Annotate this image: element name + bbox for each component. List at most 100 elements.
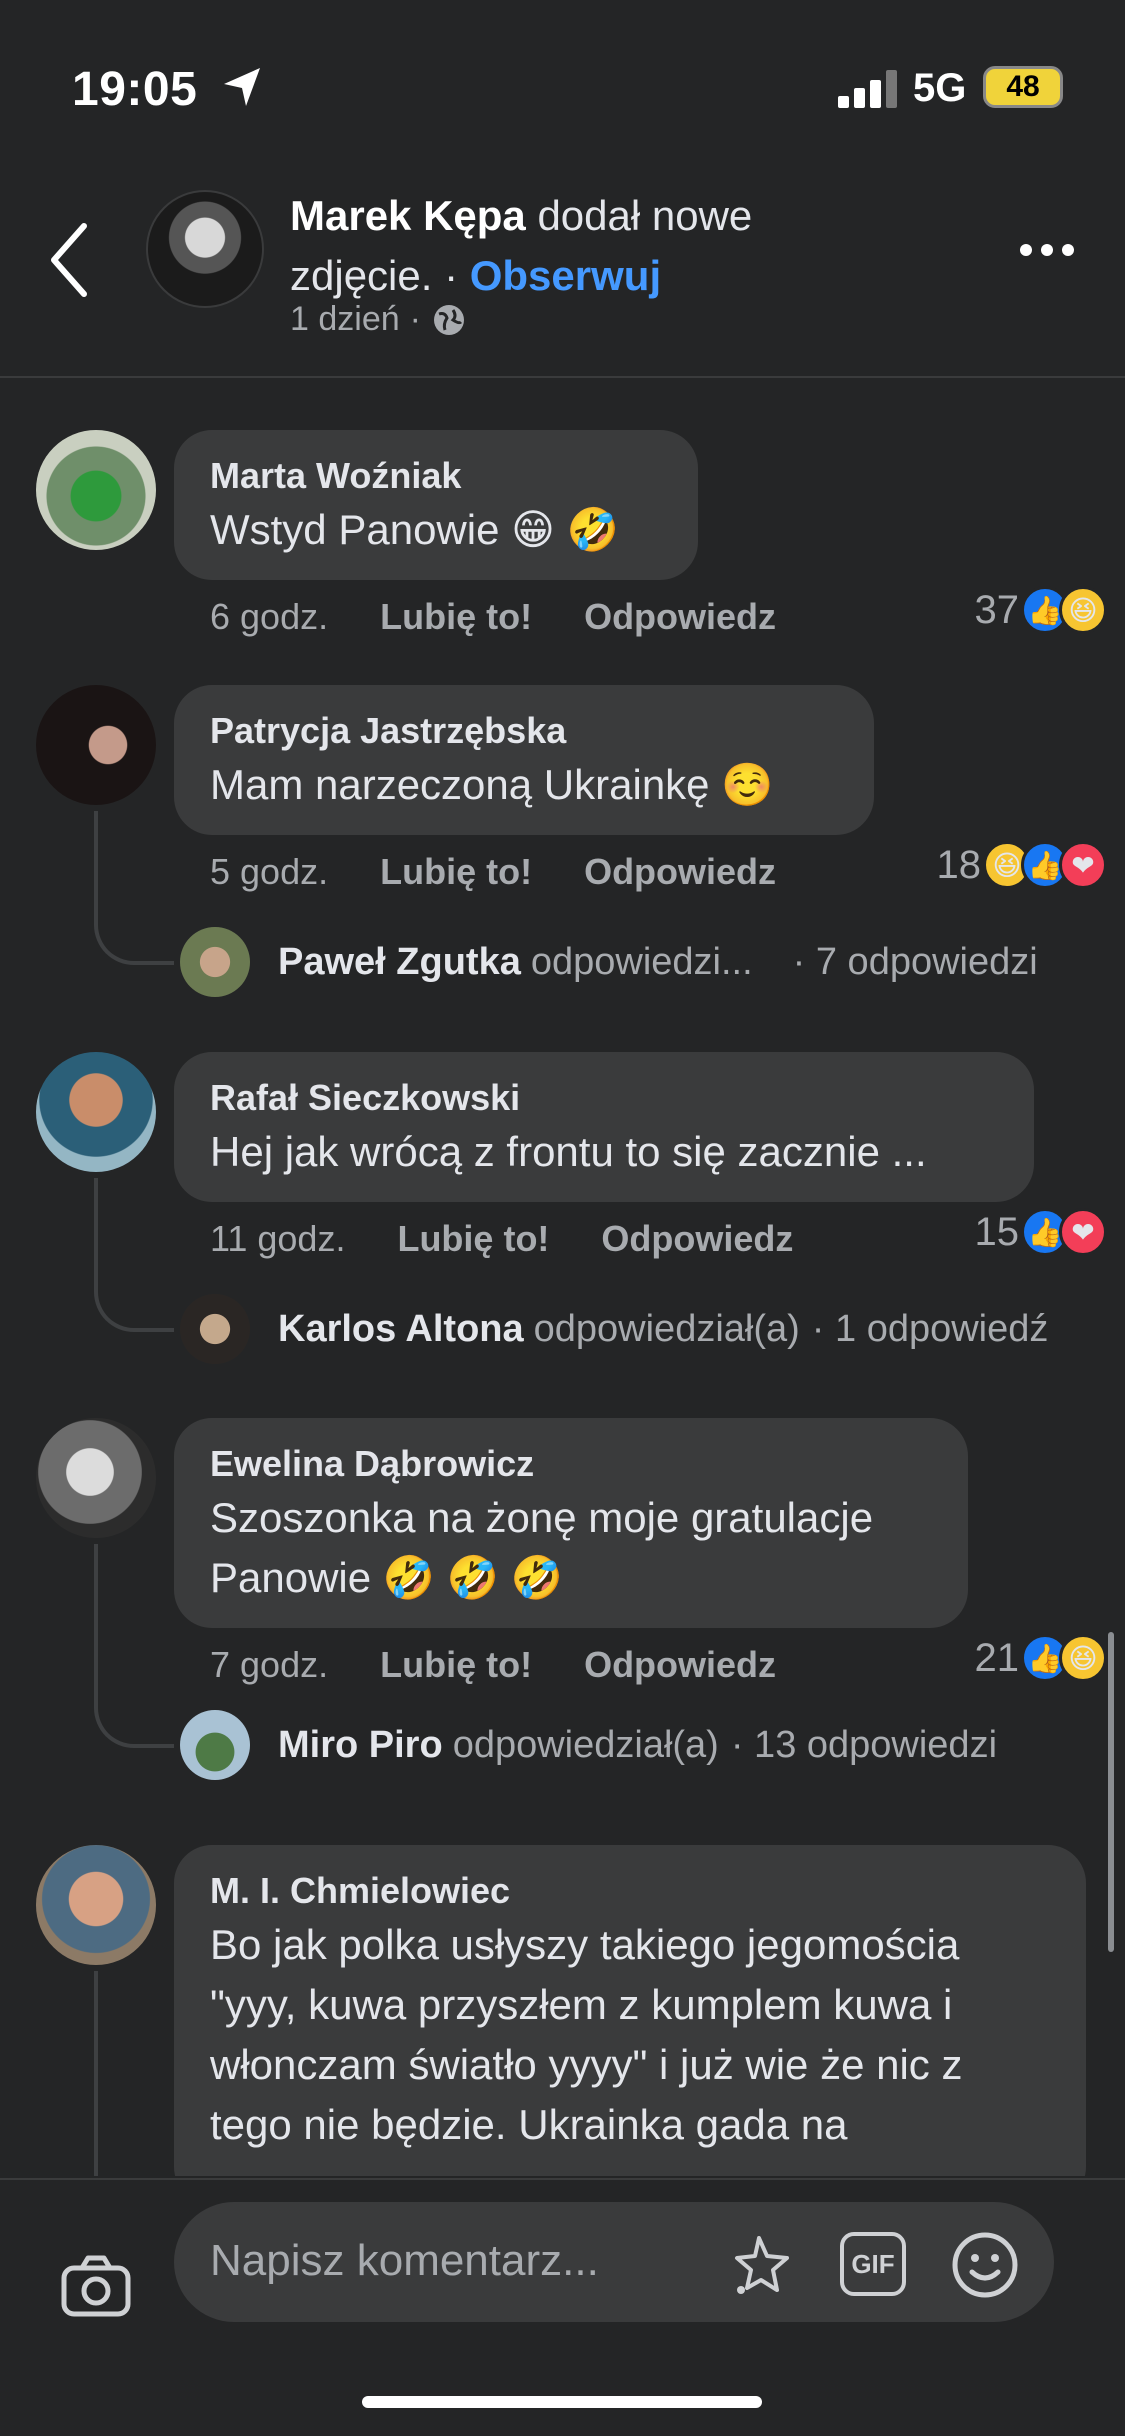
comment-bubble[interactable]: Patrycja Jastrzębska Mam narzeczoną Ukra…	[174, 685, 874, 835]
comment-bubble[interactable]: Rafał Sieczkowski Hej jak wrócą z frontu…	[174, 1052, 1034, 1202]
avatar[interactable]	[36, 1052, 156, 1172]
comment-author[interactable]: Patrycja Jastrzębska	[210, 707, 838, 755]
comments-list: Marta Woźniak Wstyd Panowie 😁 🤣 6 godz. …	[0, 380, 1125, 2176]
follow-button[interactable]: Obserwuj	[470, 252, 661, 299]
status-bar: 19:05 5G 48	[0, 0, 1125, 180]
camera-icon[interactable]	[60, 2254, 132, 2318]
reply-preview[interactable]: Miro Piro odpowiedział(a) · 13 odpowiedz…	[180, 1710, 997, 1780]
battery-icon: 48	[983, 66, 1063, 108]
like-button[interactable]: Lubię to!	[380, 596, 532, 638]
comment-time: 11 godz.	[210, 1218, 346, 1259]
thread-connector	[94, 1282, 174, 1332]
reply-button[interactable]: Odpowiedz	[584, 851, 776, 893]
comment-bubble[interactable]: Marta Woźniak Wstyd Panowie 😁 🤣	[174, 430, 698, 580]
avatar	[180, 1710, 250, 1780]
comment-actions: 5 godz. Lubię to! Odpowiedz	[210, 851, 776, 893]
author-name[interactable]: Marek Kępa	[290, 192, 526, 239]
comment-actions: 11 godz. Lubię to! Odpowiedz	[210, 1218, 793, 1260]
comment-author[interactable]: Rafał Sieczkowski	[210, 1074, 998, 1122]
reply-button[interactable]: Odpowiedz	[584, 1644, 776, 1686]
thread-connector	[94, 915, 174, 965]
reaction-count: 15	[974, 1209, 1020, 1254]
gif-icon[interactable]: GIF	[840, 2232, 906, 2296]
emoji-icon[interactable]	[950, 2230, 1020, 2300]
reactions[interactable]: 18 😆 👍 ❤	[936, 841, 1107, 889]
like-button[interactable]: Lubię to!	[380, 851, 532, 893]
comment-input[interactable]: Napisz komentarz... GIF	[174, 2202, 1054, 2322]
reaction-count: 37	[974, 587, 1020, 632]
reply-author: Karlos Altona	[278, 1307, 524, 1350]
like-button[interactable]: Lubię to!	[380, 1644, 532, 1686]
comment-text-line: tego nie będzie. Ukrainka gada na	[210, 2101, 848, 2148]
comment-time: 7 godz.	[210, 1644, 329, 1685]
comment-author[interactable]: Ewelina Dąbrowicz	[210, 1440, 932, 1488]
comment-bubble[interactable]: M. I. Chmielowiec Bo jak polka usłyszy t…	[174, 1845, 1086, 2176]
avatar	[180, 927, 250, 997]
love-icon: ❤	[1059, 841, 1107, 889]
comment-placeholder: Napisz komentarz...	[210, 2236, 599, 2285]
scrollbar[interactable]	[1108, 1632, 1114, 1952]
signal-icon	[838, 70, 898, 108]
comment-text-line: Panowie 🤣 🤣 🤣	[210, 1554, 564, 1601]
reply-action: odpowiedzi...	[530, 940, 753, 983]
reply-author: Miro Piro	[278, 1723, 443, 1766]
comment-actions: 7 godz. Lubię to! Odpowiedz	[210, 1644, 776, 1686]
home-indicator[interactable]	[362, 2396, 762, 2408]
reply-button[interactable]: Odpowiedz	[584, 596, 776, 638]
reaction-count: 18	[936, 842, 982, 887]
comment-text-line: włonczam światło yyyy" i już wie że nic …	[210, 2041, 963, 2088]
post-time: 1 dzień	[290, 300, 400, 338]
comment-time: 5 godz.	[210, 851, 329, 892]
avatar[interactable]	[36, 685, 156, 805]
comment-text: Mam narzeczoną Ukrainkę ☺️	[210, 761, 774, 808]
reply-action: odpowiedział(a)	[452, 1723, 719, 1766]
reply-count: · 7 odpowiedzi	[792, 940, 1038, 983]
network-label: 5G	[913, 66, 967, 110]
avatar[interactable]	[36, 1418, 156, 1538]
author-avatar[interactable]	[146, 190, 264, 308]
reactions[interactable]: 21 👍 😆	[974, 1634, 1107, 1682]
like-button[interactable]: Lubię to!	[397, 1218, 549, 1260]
thread-connector	[94, 1698, 174, 1748]
thread-line	[94, 1178, 98, 1288]
comment-actions: 6 godz. Lubię to! Odpowiedz	[210, 596, 776, 638]
comment-text-line: "yyy, kuwa przyszłem z kumplem kuwa i	[210, 1981, 953, 2028]
reply-count: · 13 odpowiedzi	[730, 1723, 998, 1766]
comment-text-line: Bo jak polka usłyszy takiego jegomościa	[210, 1921, 960, 1968]
post-title: Marek Kępa dodał nowe zdjęcie. · Obserwu…	[290, 186, 850, 306]
comment-author[interactable]: Marta Woźniak	[210, 452, 662, 500]
comment-text-line: Szoszonka na żonę moje gratulacje	[210, 1494, 874, 1541]
thread-line	[94, 1544, 98, 1704]
reply-author: Paweł Zgutka	[278, 940, 521, 983]
comment-time: 6 godz.	[210, 596, 329, 637]
reply-preview[interactable]: Paweł Zgutka odpowiedzi... · 7 odpowiedz…	[180, 927, 1038, 997]
reactions[interactable]: 15 👍 ❤	[974, 1208, 1107, 1256]
sticker-icon[interactable]	[729, 2230, 799, 2300]
reply-button[interactable]: Odpowiedz	[601, 1218, 793, 1260]
comment-text: Wstyd Panowie 😁 🤣	[210, 506, 619, 553]
back-chevron-icon[interactable]	[40, 210, 100, 310]
reply-preview[interactable]: Karlos Altona odpowiedział(a) · 1 odpowi…	[180, 1294, 1048, 1364]
comment-text: Hej jak wrócą z frontu to się zacznie ..…	[210, 1128, 927, 1175]
more-dots-icon[interactable]	[1020, 230, 1084, 270]
reply-count: · 1 odpowiedź	[811, 1307, 1049, 1350]
thread-line	[94, 811, 98, 921]
avatar	[180, 1294, 250, 1364]
haha-icon: 😆	[1059, 1634, 1107, 1682]
meta-separator: ·	[409, 300, 421, 338]
post-header: Marek Kępa dodał nowe zdjęcie. · Obserwu…	[0, 180, 1125, 378]
thread-line	[94, 1971, 98, 2176]
location-arrow-icon	[224, 68, 260, 106]
comment-bubble[interactable]: Ewelina Dąbrowicz Szoszonka na żonę moje…	[174, 1418, 968, 1628]
post-meta: 1 dzień ·	[290, 300, 467, 339]
reaction-count: 21	[974, 1635, 1020, 1680]
reactions[interactable]: 37 👍 😆	[974, 586, 1107, 634]
avatar[interactable]	[36, 1845, 156, 1965]
comment-author[interactable]: M. I. Chmielowiec	[210, 1867, 1050, 1915]
love-icon: ❤	[1059, 1208, 1107, 1256]
reply-action: odpowiedział(a)	[533, 1307, 800, 1350]
status-time: 19:05	[72, 63, 198, 116]
haha-icon: 😆	[1059, 586, 1107, 634]
globe-icon	[433, 304, 464, 335]
avatar[interactable]	[36, 430, 156, 550]
